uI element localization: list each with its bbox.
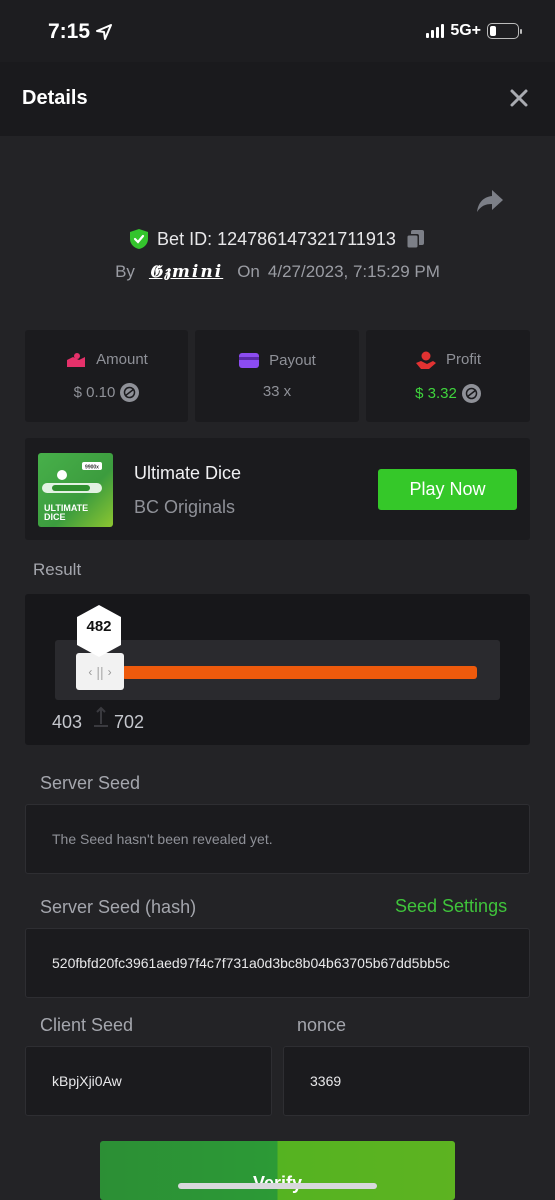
copy-icon[interactable] (404, 228, 426, 250)
nonce-field[interactable]: 3369 (283, 1046, 530, 1116)
location-arrow-icon (96, 24, 113, 40)
home-indicator (178, 1183, 377, 1189)
game-provider: BC Originals (134, 497, 236, 517)
up-arrow-icon (94, 706, 108, 727)
server-seed-label: Server Seed (40, 773, 141, 793)
result-panel: ‹ || › 482 403 702 (25, 594, 530, 745)
username-link[interactable]: 𝕲𝖟mini (149, 262, 223, 282)
result-value: 482 (86, 618, 112, 635)
server-seed-hash-field[interactable]: 520fbfd20fc3961aed97f4c7f731a0d3bc8b04b6… (25, 928, 530, 998)
play-now-button[interactable]: Play Now (378, 469, 517, 510)
bet-details-panel: Bet ID: 124786147321711913 By 𝕲𝖟mini On … (0, 136, 555, 1200)
range-low: 403 (52, 712, 83, 732)
svg-text:9900x: 9900x (85, 465, 99, 471)
details-header: Details (0, 62, 555, 136)
result-label: Result (33, 560, 82, 579)
result-range-bar (122, 666, 477, 679)
payout-card-icon (239, 353, 260, 368)
range-high: 702 (114, 712, 145, 732)
stat-payout-value: 33 x (262, 383, 292, 400)
stat-profit-value: $ 3.32 (415, 384, 457, 402)
stat-amount-label: Amount (96, 351, 148, 368)
on-label: On (237, 262, 260, 281)
currency-coin-icon (120, 382, 140, 402)
battery-icon (487, 23, 522, 39)
game-card: 9900x ULTIMATE DICE Ultimate Dice BC Ori… (25, 438, 530, 540)
status-indicators: 5G+ (426, 22, 522, 40)
stat-payout: Payout 33 x (195, 330, 359, 422)
nonce-label: nonce (297, 1015, 347, 1035)
stat-profit: Profit $ 3.32 (366, 330, 530, 422)
close-icon[interactable] (507, 86, 531, 110)
currency-coin-icon (461, 383, 481, 403)
verify-button[interactable]: Verify (100, 1141, 455, 1200)
stat-payout-label: Payout (269, 352, 316, 369)
stat-profit-label: Profit (445, 351, 481, 368)
bet-stats: Amount $ 0.10 Payout 33 x Profit $ 3.32 (25, 330, 530, 422)
bet-id-row: Bet ID: 124786147321711913 (0, 228, 555, 250)
clock-text: 7:15 (48, 20, 91, 43)
client-seed-label: Client Seed (40, 1015, 134, 1035)
seed-settings-link[interactable]: Seed Settings (395, 896, 507, 917)
bet-id: Bet ID: 124786147321711913 (157, 228, 396, 249)
profit-icon (415, 351, 436, 369)
game-thumbnail[interactable]: 9900x ULTIMATE DICE (38, 453, 113, 527)
stat-amount: Amount $ 0.10 (25, 330, 188, 422)
by-label: By (115, 262, 135, 281)
page-title: Details (22, 87, 88, 109)
verified-shield-icon (130, 229, 149, 249)
stat-amount-value: $ 0.10 (73, 383, 116, 401)
thumb-title-2: DICE (44, 512, 66, 522)
server-seed-field[interactable]: The Seed hasn't been revealed yet. (25, 804, 530, 874)
amount-icon (67, 352, 86, 367)
bet-meta-row: By 𝕲𝖟mini On 4/27/2023, 7:15:29 PM (0, 262, 555, 282)
share-icon[interactable] (476, 188, 504, 214)
game-name: Ultimate Dice (134, 463, 242, 483)
bet-datetime: 4/27/2023, 7:15:29 PM (267, 262, 440, 281)
status-time: 7:15 (48, 20, 113, 44)
client-seed-field[interactable]: kBpjXji0Aw (25, 1046, 272, 1116)
network-label: 5G+ (450, 22, 481, 39)
server-seed-hash-label: Server Seed (hash) (40, 897, 197, 917)
slider-handle: ‹ || › (76, 653, 124, 690)
status-bar: 7:15 5G+ (0, 0, 555, 62)
signal-icon (426, 24, 445, 38)
